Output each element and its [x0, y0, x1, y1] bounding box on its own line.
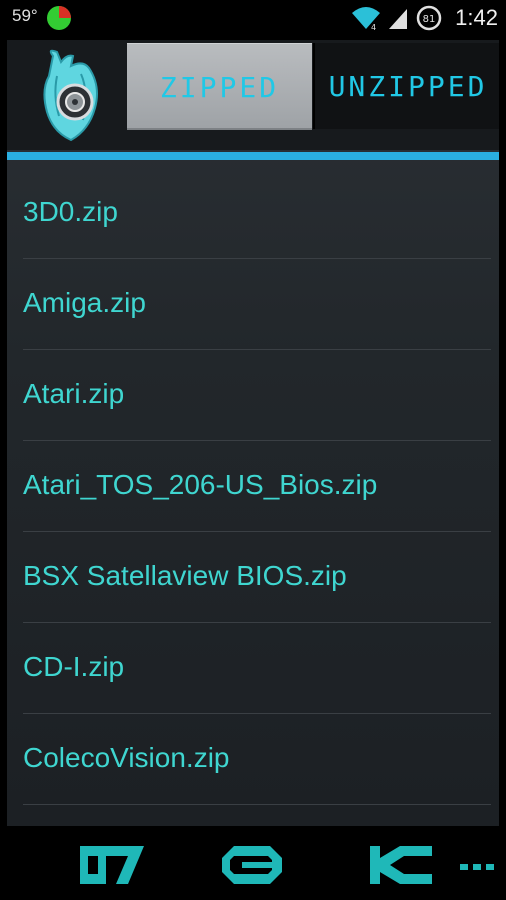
list-item[interactable]: Atari_TOS_206-US_Bios.zip — [23, 441, 491, 532]
signal-icon — [389, 9, 408, 29]
file-name: CD-I.zip — [23, 651, 125, 682]
list-item[interactable]: CD-I.zip — [23, 623, 491, 714]
file-name: BSX Satellaview BIOS.zip — [23, 560, 347, 591]
temperature-text: 59° — [12, 6, 38, 25]
list-item[interactable]: BSX Satellaview BIOS.zip — [23, 532, 491, 623]
navigation-bar — [0, 826, 506, 900]
file-name: Atari.zip — [23, 378, 125, 409]
svg-text:4: 4 — [371, 23, 376, 31]
tab-indicator-line — [7, 152, 499, 160]
file-name: Amiga.zip — [23, 287, 146, 318]
wifi-icon: 4 — [352, 7, 381, 31]
tab-unzipped[interactable]: UNZIPPED — [313, 43, 499, 129]
home-icon[interactable] — [220, 844, 284, 886]
tab-unzipped-label: UNZIPPED — [328, 69, 488, 103]
file-name: ColecoVision.zip — [23, 742, 230, 773]
list-item[interactable]: ColecoVision.zip — [23, 714, 491, 805]
tab-zipped[interactable]: ZIPPED — [127, 43, 312, 130]
battery-level-text: 81 — [423, 14, 436, 25]
status-right-group: 4 81 1:42 — [351, 3, 498, 33]
recent-apps-icon[interactable] — [368, 844, 434, 886]
file-list: 3D0.zip Amiga.zip Atari.zip Atari_TOS_20… — [7, 168, 499, 805]
clock-text: 1:42 — [455, 5, 498, 30]
pie-usage-icon — [47, 6, 71, 30]
heart-engine-logo-icon[interactable] — [17, 46, 127, 146]
list-item[interactable]: 3D0.zip — [23, 168, 491, 259]
status-bar: 59° 4 81 1:42 — [0, 0, 506, 36]
file-name: 3D0.zip — [23, 196, 118, 227]
file-name: Atari_TOS_206-US_Bios.zip — [23, 469, 378, 500]
list-item[interactable]: Amiga.zip — [23, 259, 491, 350]
menu-icon[interactable] — [460, 864, 496, 872]
back-icon[interactable] — [78, 844, 146, 886]
list-item[interactable]: Atari.zip — [23, 350, 491, 441]
header-bar: ZIPPED UNZIPPED — [7, 40, 499, 150]
battery-icon: 81 — [416, 5, 442, 31]
app-window: ZIPPED UNZIPPED 3D0.zip Amiga.zip Atari.… — [7, 40, 499, 826]
tab-zipped-label: ZIPPED — [159, 70, 280, 104]
